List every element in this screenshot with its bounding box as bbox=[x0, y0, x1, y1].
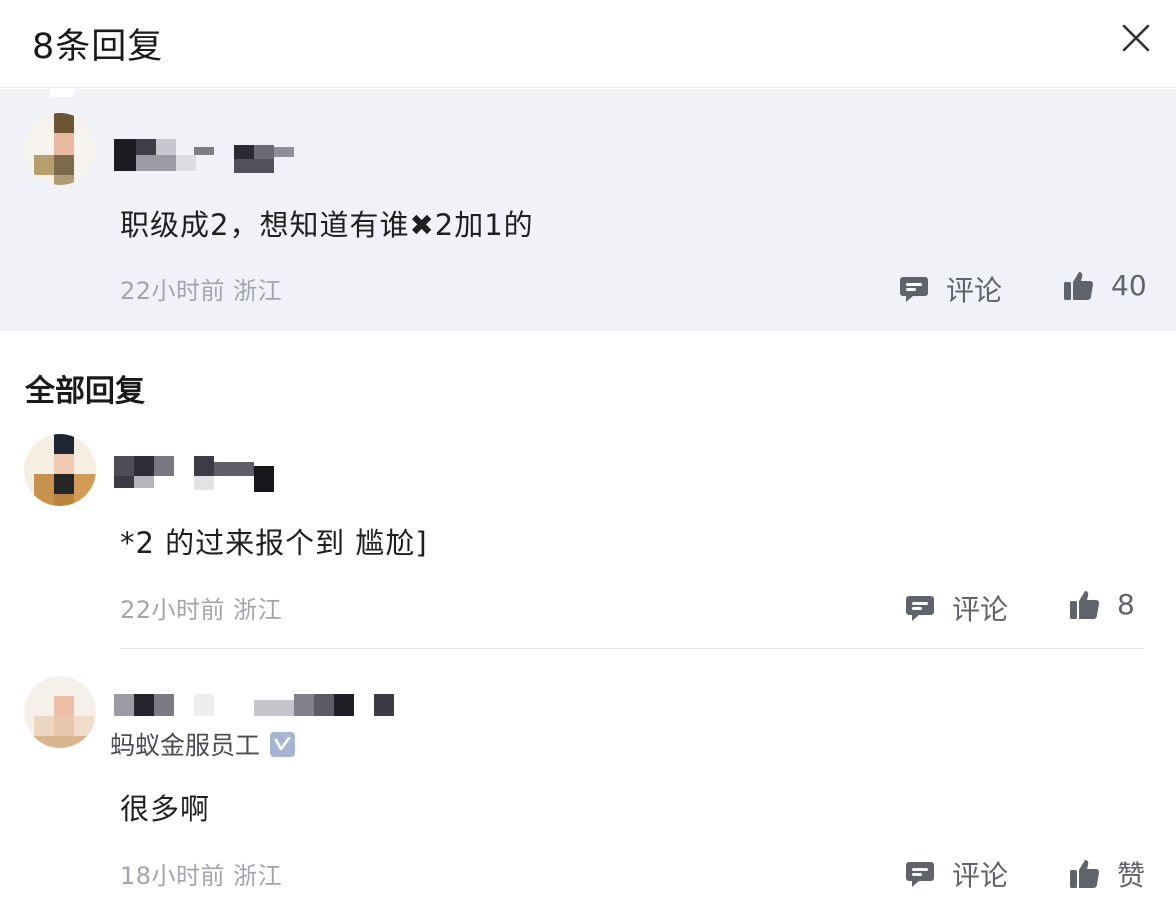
parent-comment: 职级成2，想知道有谁✖2加1的 22小时前 浙江 评论 40 bbox=[0, 89, 1176, 331]
like-button[interactable]: 赞 bbox=[1069, 854, 1145, 894]
header: 8条回复 bbox=[0, 0, 1176, 88]
badge-label: 蚂蚁金服员工 bbox=[110, 731, 261, 760]
comment-meta: 18小时前 浙江 bbox=[120, 862, 283, 890]
like-label: 赞 bbox=[1117, 859, 1146, 892]
comment-button[interactable]: 评论 bbox=[898, 269, 1002, 309]
avatar[interactable] bbox=[24, 113, 96, 185]
comment-meta: 22小时前 浙江 bbox=[120, 277, 283, 305]
comment-text: 很多啊 bbox=[120, 792, 211, 826]
like-button[interactable]: 8 bbox=[1069, 588, 1135, 621]
avatar[interactable] bbox=[24, 676, 96, 748]
thumbs-up-icon bbox=[1064, 271, 1094, 300]
employee-badge: 蚂蚁金服员工 bbox=[110, 726, 296, 762]
comment-label: 评论 bbox=[952, 859, 1009, 892]
comment-button[interactable]: 评论 bbox=[904, 588, 1008, 628]
like-count: 8 bbox=[1117, 588, 1135, 621]
username-blurred[interactable] bbox=[114, 690, 404, 726]
comment-text: 职级成2，想知道有谁✖2加1的 bbox=[120, 208, 534, 242]
comment-label: 评论 bbox=[946, 274, 1003, 307]
section-title: 全部回复 bbox=[25, 374, 145, 409]
comment-meta: 22小时前 浙江 bbox=[120, 596, 283, 624]
thumbs-up-icon bbox=[1070, 590, 1100, 619]
close-icon bbox=[1122, 24, 1150, 52]
comment-label: 评论 bbox=[952, 593, 1009, 626]
comment-button[interactable]: 评论 bbox=[904, 854, 1008, 894]
thumbs-up-icon bbox=[1070, 860, 1100, 888]
username-blurred[interactable] bbox=[114, 456, 284, 492]
verified-icon bbox=[270, 731, 296, 757]
avatar[interactable] bbox=[24, 434, 96, 506]
comment-icon bbox=[906, 596, 934, 621]
comment-text: *2 的过来报个到 尴尬] bbox=[120, 526, 428, 560]
divider bbox=[120, 648, 1144, 649]
username-blurred[interactable] bbox=[114, 139, 304, 175]
like-button[interactable]: 40 bbox=[1063, 269, 1147, 302]
scroll-notch bbox=[50, 89, 74, 97]
comment-icon bbox=[900, 277, 928, 302]
page-title: 8条回复 bbox=[32, 27, 164, 67]
comment-icon bbox=[906, 862, 934, 887]
close-button[interactable] bbox=[1118, 20, 1154, 56]
like-count: 40 bbox=[1111, 269, 1147, 302]
